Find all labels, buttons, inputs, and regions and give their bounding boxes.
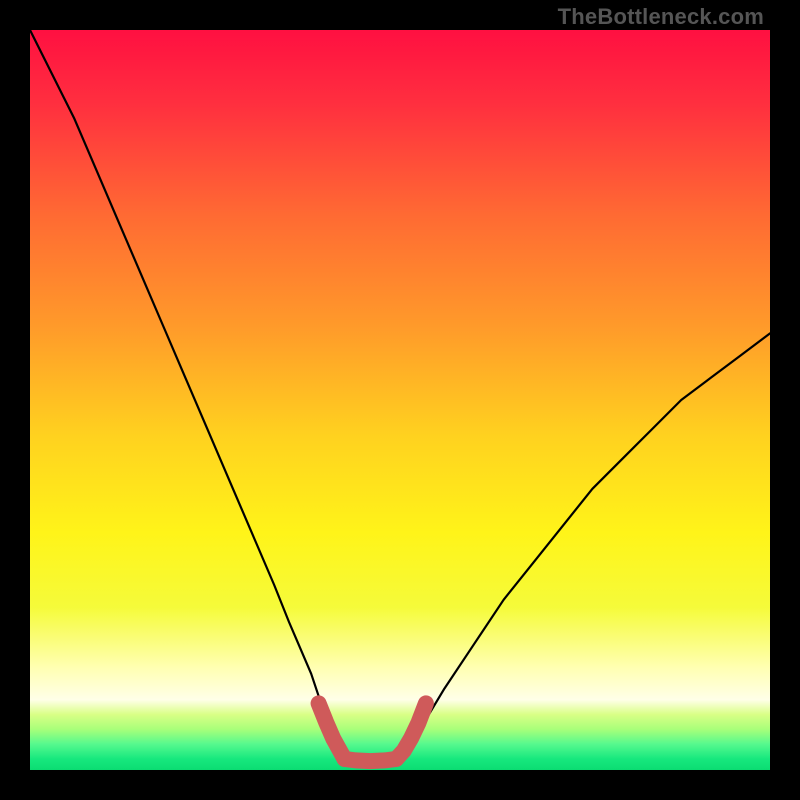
plot-area xyxy=(30,30,770,770)
watermark-text: TheBottleneck.com xyxy=(558,4,764,30)
chart-frame: TheBottleneck.com xyxy=(0,0,800,800)
bottleneck-curve-chart xyxy=(30,30,770,770)
gradient-background xyxy=(30,30,770,770)
